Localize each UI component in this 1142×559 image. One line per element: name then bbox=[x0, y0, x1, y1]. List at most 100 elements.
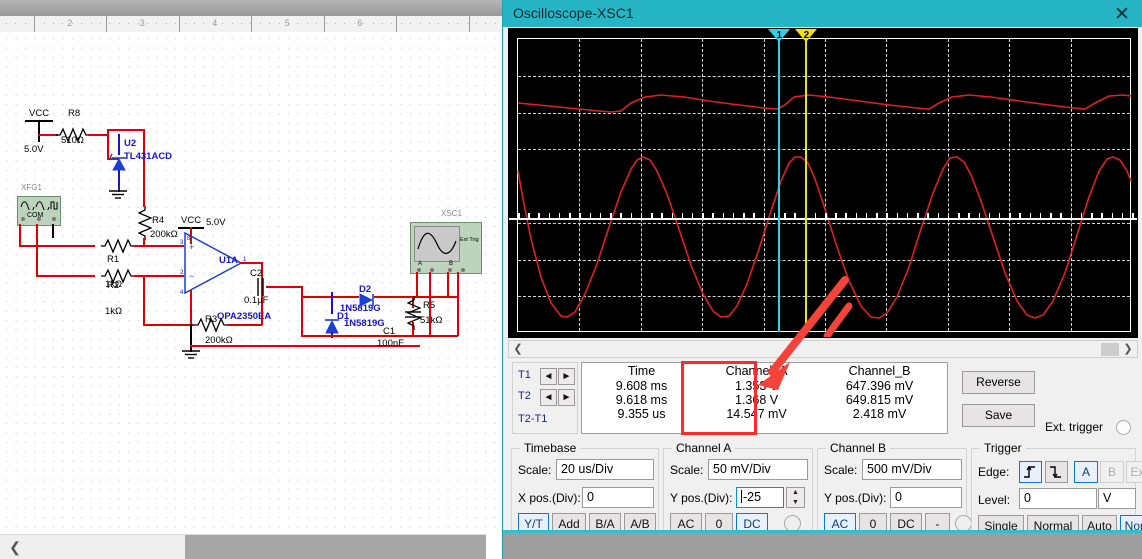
timebase-xpos-label: X pos.(Div): bbox=[518, 491, 581, 505]
axis-tick bbox=[640, 213, 643, 218]
trigger-source-a[interactable]: A bbox=[1074, 461, 1098, 483]
channel-a-ypos-input[interactable]: -25 bbox=[736, 487, 784, 508]
resistor-r2[interactable] bbox=[101, 268, 135, 284]
axis-tick bbox=[691, 213, 694, 218]
trigger-edge-rising-button[interactable] bbox=[1019, 461, 1042, 483]
resistor-r1[interactable] bbox=[101, 238, 135, 254]
axis-tick bbox=[876, 213, 878, 218]
resistor-r5[interactable] bbox=[407, 296, 421, 330]
save-button[interactable]: Save bbox=[962, 404, 1035, 427]
schematic-editor-pane[interactable]: 23456 VCC 5.0V R8 510Ω bbox=[0, 0, 502, 559]
scope-horizontal-scrollbar[interactable]: ❮ ❯ bbox=[508, 340, 1138, 358]
axis-tick bbox=[1019, 213, 1021, 218]
spinner-down-icon[interactable]: ▼ bbox=[787, 498, 804, 508]
table-cell: 647.396 mV bbox=[845, 379, 914, 393]
channel-b-ypos-input[interactable]: 0 bbox=[890, 487, 962, 508]
ruler-minor-dot bbox=[137, 23, 139, 24]
wire-vcc-r8 bbox=[38, 134, 58, 136]
axis-tick bbox=[661, 213, 663, 218]
axis-tick bbox=[1121, 213, 1124, 218]
axis-tick bbox=[753, 213, 755, 218]
cursor-t1-line[interactable] bbox=[778, 38, 780, 332]
scope-scrollbar-thumb[interactable] bbox=[1101, 343, 1119, 356]
axis-tick bbox=[620, 213, 622, 218]
ruler-minor-dot bbox=[447, 23, 449, 24]
channel-a-scale-input[interactable]: 50 mV/Div bbox=[708, 459, 808, 480]
ruler-minor-dot bbox=[466, 23, 468, 24]
wire-c2-right bbox=[266, 286, 302, 288]
axis-tick bbox=[702, 213, 704, 218]
opamp-pin-2: 2 bbox=[180, 270, 184, 276]
scope-display-screen[interactable]: 1 2 bbox=[508, 28, 1138, 338]
timebase-xpos-input[interactable]: 0 bbox=[582, 487, 654, 508]
label-r4: R4 bbox=[152, 215, 165, 226]
scrollbar-thumb[interactable] bbox=[185, 535, 486, 559]
measurement-table: Time Channel_A Channel_B 9.608 ms 1.353 V 64… bbox=[581, 362, 948, 434]
axis-tick bbox=[579, 213, 581, 218]
schematic-horizontal-scrollbar[interactable]: ❮ bbox=[0, 534, 486, 559]
cursor-t2-handle[interactable]: 2 bbox=[795, 29, 818, 42]
opamp-pin-4: 4 bbox=[180, 290, 184, 296]
ruler-minor-dot bbox=[288, 23, 289, 24]
ground-symbol-1 bbox=[109, 190, 127, 199]
label-u1a: U1A bbox=[219, 255, 239, 266]
wire-scope-bcom bbox=[457, 272, 459, 336]
close-icon[interactable]: ✕ bbox=[1109, 3, 1135, 25]
channel-b-scale-input[interactable]: 500 mV/Div bbox=[862, 459, 962, 480]
function-generator-xfg1[interactable]: COM bbox=[17, 196, 61, 226]
oscilloscope-instrument-xsc1[interactable]: Ext Trig A B bbox=[410, 222, 482, 274]
ruler-minor-dot bbox=[316, 23, 318, 24]
resistor-r8[interactable] bbox=[56, 126, 90, 143]
channel-a-scale-label: Scale: bbox=[670, 463, 704, 477]
trigger-edge-falling-button[interactable] bbox=[1045, 461, 1068, 483]
ruler-minor-dot bbox=[344, 23, 346, 24]
channel-a-ypos-value: -25 bbox=[743, 490, 762, 504]
channel-a-ypos-spinner[interactable]: ▲ ▼ bbox=[786, 487, 805, 508]
ruler-minor-dot bbox=[278, 23, 280, 24]
t1-step-right-button[interactable]: ► bbox=[558, 368, 575, 385]
timebase-scale-input[interactable]: 20 us/Div bbox=[556, 459, 654, 480]
channel-a-ypos-label: Y pos.(Div): bbox=[670, 491, 733, 505]
oscilloscope-window[interactable]: Oscilloscope-XSC1 ✕ 1 2 ❮ ❯ T1 ◄ ► T2 ◄ … bbox=[502, 0, 1142, 559]
axis-tick bbox=[886, 213, 888, 218]
window-titlebar[interactable]: Oscilloscope-XSC1 ✕ bbox=[503, 0, 1142, 27]
axis-tick bbox=[722, 213, 725, 218]
ruler-minor-dot bbox=[485, 23, 487, 24]
trigger-level-input[interactable]: 0 bbox=[1019, 488, 1097, 509]
wire-fg-com bbox=[36, 224, 38, 276]
scroll-left-arrow-icon[interactable]: ❮ bbox=[6, 539, 24, 556]
axis-tick bbox=[712, 213, 714, 218]
cursor-t1-label: 1 bbox=[776, 30, 783, 41]
spinner-up-icon[interactable]: ▲ bbox=[787, 488, 804, 498]
ruler-minor-dot bbox=[391, 23, 393, 24]
t1-step-left-button[interactable]: ◄ bbox=[540, 368, 557, 385]
t2-step-left-button[interactable]: ◄ bbox=[540, 389, 557, 406]
ext-trigger-label: Ext. trigger bbox=[1045, 420, 1104, 434]
resistor-r4[interactable] bbox=[138, 206, 152, 240]
axis-tick bbox=[937, 213, 940, 218]
cursor-t1-handle[interactable]: 1 bbox=[768, 29, 791, 42]
trigger-level-unit[interactable]: V bbox=[1098, 488, 1136, 509]
schematic-canvas[interactable]: VCC 5.0V R8 510Ω U2 TL431ACD XFG1 COM R1… bbox=[0, 32, 502, 533]
resistor-r3[interactable] bbox=[194, 317, 228, 333]
wire-node-d1 bbox=[301, 286, 303, 336]
opamp-pin-3: 3 bbox=[180, 240, 184, 246]
ruler-minor-dot bbox=[372, 23, 374, 24]
t2-step-right-button[interactable]: ► bbox=[558, 389, 575, 406]
ext-trigger-terminal[interactable] bbox=[1116, 420, 1131, 435]
axis-tick bbox=[814, 213, 817, 218]
scope-scroll-right-icon[interactable]: ❯ bbox=[1121, 342, 1135, 356]
axis-tick bbox=[1039, 213, 1042, 218]
scope-scroll-left-icon[interactable]: ❮ bbox=[511, 342, 525, 356]
axis-tick bbox=[743, 213, 745, 218]
ruler-minor-dot bbox=[81, 23, 83, 24]
table-column-header: Channel_A bbox=[725, 364, 788, 378]
cursor-t2-line[interactable] bbox=[805, 38, 807, 332]
ruler-minor-dot bbox=[109, 23, 111, 24]
trigger-source-b[interactable]: B bbox=[1100, 461, 1124, 483]
trigger-source-ext[interactable]: Ext bbox=[1126, 461, 1142, 483]
label-r1: R1 bbox=[107, 254, 120, 265]
reverse-button[interactable]: Reverse bbox=[962, 371, 1035, 394]
cursor-step-controls[interactable]: T1 ◄ ► T2 ◄ ► T2-T1 bbox=[512, 362, 578, 434]
wire-r1-opamp bbox=[134, 245, 184, 247]
